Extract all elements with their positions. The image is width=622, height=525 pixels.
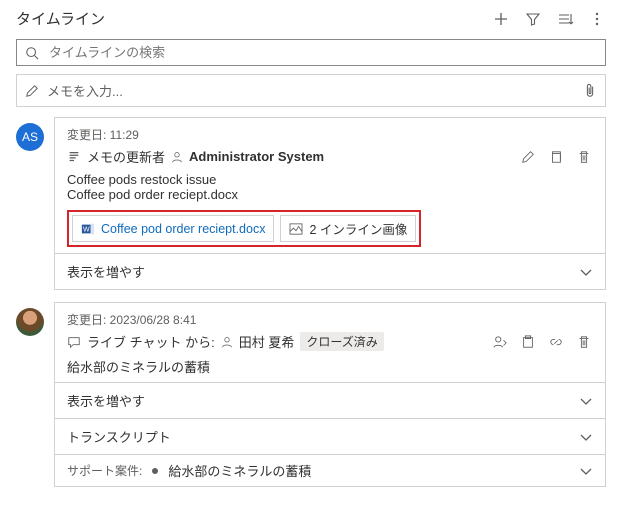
bullet-icon [152, 468, 158, 474]
header-actions [492, 10, 606, 28]
body-text: 給水部のミネラルの蓄積 [67, 357, 593, 376]
show-more-row[interactable]: 表示を増やす [55, 382, 605, 418]
timeline-header: タイムライン [0, 0, 622, 37]
link-icon[interactable] [547, 333, 565, 351]
assign-icon[interactable] [491, 333, 509, 351]
entry-prefix: ライブ チャット から: [87, 332, 215, 351]
show-more-row[interactable]: 表示を増やす [55, 253, 605, 289]
entry-prefix: メモの更新者 [87, 147, 165, 166]
copy-icon[interactable] [547, 148, 565, 166]
note-icon [67, 150, 81, 164]
search-icon [25, 46, 39, 60]
support-value: 給水部のミネラルの蓄積 [168, 461, 569, 480]
memo-placeholder: メモを入力... [47, 81, 575, 100]
attachment-icon[interactable] [583, 83, 597, 99]
search-input[interactable] [47, 44, 597, 61]
attachment-name: Coffee pod order reciept.docx [101, 222, 265, 236]
person-icon [221, 336, 233, 348]
transcript-row[interactable]: トランスクリプト [55, 418, 605, 454]
body-text: Coffee pods restock issue [67, 172, 593, 187]
chevron-down-icon [579, 432, 593, 442]
chevron-down-icon [579, 396, 593, 406]
memo-input-box[interactable]: メモを入力... [16, 74, 606, 107]
entry-card: 変更日: 2023/06/28 8:41 ライブ チャット から: 田村 夏希 … [54, 302, 606, 487]
search-box[interactable] [16, 39, 606, 66]
timeline-entry: 変更日: 2023/06/28 8:41 ライブ チャット から: 田村 夏希 … [16, 302, 606, 487]
attachment-chip[interactable]: W Coffee pod order reciept.docx [72, 215, 274, 242]
avatar: AS [16, 123, 44, 151]
status-badge: クローズ済み [300, 332, 383, 351]
modified-date: 変更日: 11:29 [67, 126, 593, 143]
word-icon: W [81, 222, 95, 236]
person-icon [171, 151, 183, 163]
inline-images-label: 2 インライン画像 [309, 219, 407, 238]
chevron-down-icon [579, 466, 593, 476]
show-more-label: 表示を増やす [67, 262, 145, 281]
inline-images-chip[interactable]: 2 インライン画像 [280, 215, 416, 242]
support-case-row[interactable]: サポート案件: 給水部のミネラルの蓄積 [55, 454, 605, 486]
add-icon[interactable] [492, 10, 510, 28]
delete-icon[interactable] [575, 333, 593, 351]
entry-card: 変更日: 11:29 メモの更新者 Administrator System [54, 117, 606, 290]
timeline-entry: AS 変更日: 11:29 メモの更新者 Administrator Syste… [16, 117, 606, 290]
pencil-icon [25, 84, 39, 98]
chevron-down-icon [579, 267, 593, 277]
image-icon [289, 223, 303, 235]
avatar [16, 308, 44, 336]
modified-date: 変更日: 2023/06/28 8:41 [67, 311, 593, 328]
support-label: サポート案件: [67, 462, 142, 479]
filter-icon[interactable] [524, 10, 542, 28]
delete-icon[interactable] [575, 148, 593, 166]
chat-icon [67, 335, 81, 349]
svg-text:W: W [83, 226, 90, 233]
attachments-highlight: W Coffee pod order reciept.docx 2 インライン画… [67, 210, 421, 247]
more-icon[interactable] [588, 10, 606, 28]
clipboard-icon[interactable] [519, 333, 537, 351]
edit-icon[interactable] [519, 148, 537, 166]
show-more-label: 表示を増やす [67, 391, 145, 410]
entry-actor: 田村 夏希 [239, 332, 295, 351]
sort-icon[interactable] [556, 10, 574, 28]
body-text: Coffee pod order reciept.docx [67, 187, 593, 202]
page-title: タイムライン [16, 8, 105, 29]
entry-actor: Administrator System [189, 149, 324, 164]
transcript-label: トランスクリプト [67, 427, 171, 446]
